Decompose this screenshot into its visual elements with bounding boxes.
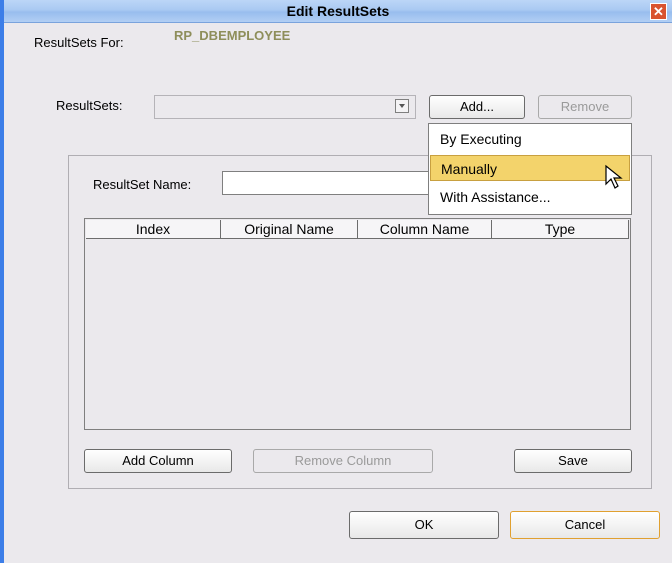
save-button[interactable]: Save [514,449,632,473]
remove-column-button[interactable]: Remove Column [253,449,433,473]
add-column-button[interactable]: Add Column [84,449,232,473]
chevron-down-icon[interactable] [395,99,409,113]
columns-table[interactable]: Index Original Name Column Name Type [84,218,631,430]
edit-resultsets-dialog: Edit ResultSets ✕ ResultSets For: RP_DBE… [0,0,672,563]
resultsets-combo[interactable] [154,95,416,119]
ok-button[interactable]: OK [349,511,499,539]
mouse-pointer-icon [605,164,623,189]
resultsets-for-value: RP_DBEMPLOYEE [174,28,291,43]
cancel-button[interactable]: Cancel [510,511,660,539]
table-header: Index Original Name Column Name Type [86,220,629,239]
title-bar: Edit ResultSets ✕ [4,0,672,23]
resultset-name-label: ResultSet Name: [93,177,192,192]
column-header-index[interactable]: Index [86,220,221,239]
menu-item-by-executing[interactable]: By Executing [430,126,630,152]
column-header-original-name[interactable]: Original Name [221,220,358,239]
resultset-name-input[interactable] [222,171,452,195]
add-button[interactable]: Add... [429,95,525,119]
menu-item-manually[interactable]: Manually [430,155,630,181]
resultsets-for-label: ResultSets For: [34,35,124,50]
column-header-column-name[interactable]: Column Name [358,220,492,239]
column-header-type[interactable]: Type [492,220,629,239]
add-dropdown-menu: By Executing Manually With Assistance... [428,123,632,215]
close-icon[interactable]: ✕ [650,3,667,20]
resultsets-label: ResultSets: [56,98,123,113]
remove-button[interactable]: Remove [538,95,632,119]
dialog-title: Edit ResultSets [286,3,390,19]
menu-item-with-assistance[interactable]: With Assistance... [430,184,630,210]
